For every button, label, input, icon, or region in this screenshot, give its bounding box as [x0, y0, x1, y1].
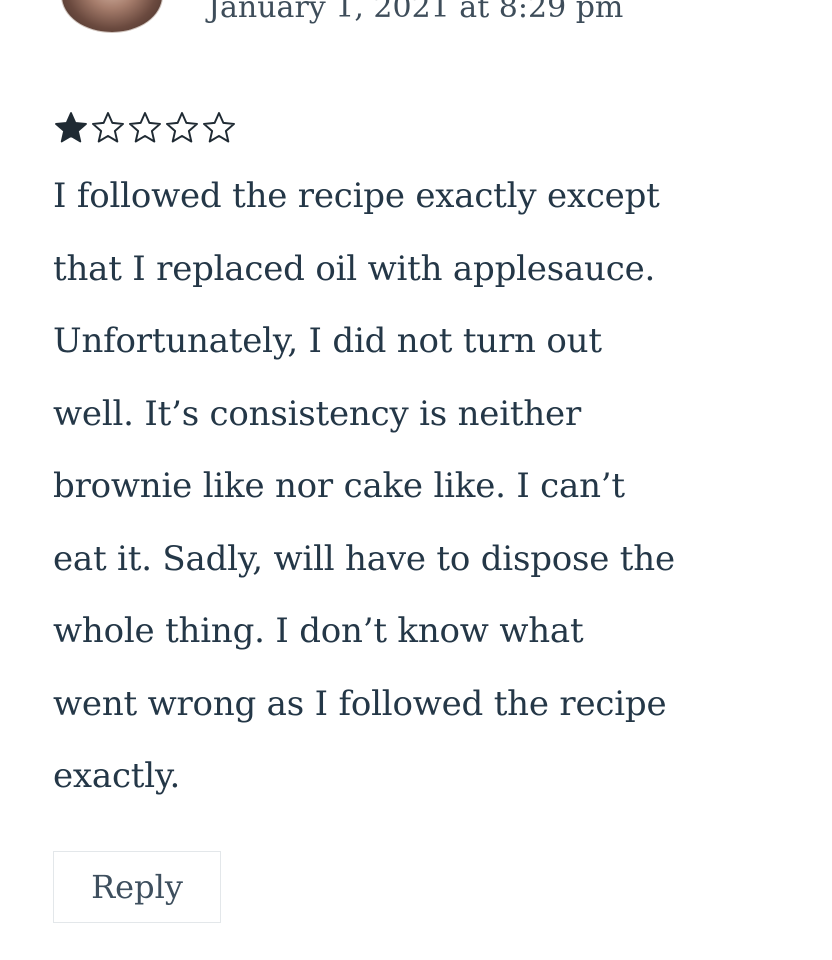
- star-empty-icon: [92, 112, 124, 143]
- comment-date: January 1, 2021 at 8:29 pm: [208, 0, 624, 25]
- star-empty-icon: [129, 112, 161, 143]
- star-filled-icon: [55, 112, 87, 143]
- star-empty-icon: [203, 112, 235, 143]
- reply-button[interactable]: Reply: [53, 851, 221, 923]
- comment-text: I followed the recipe exactly except tha…: [53, 176, 675, 796]
- star-empty-icon: [166, 112, 198, 143]
- star-rating: [53, 110, 237, 146]
- avatar: [62, 0, 162, 32]
